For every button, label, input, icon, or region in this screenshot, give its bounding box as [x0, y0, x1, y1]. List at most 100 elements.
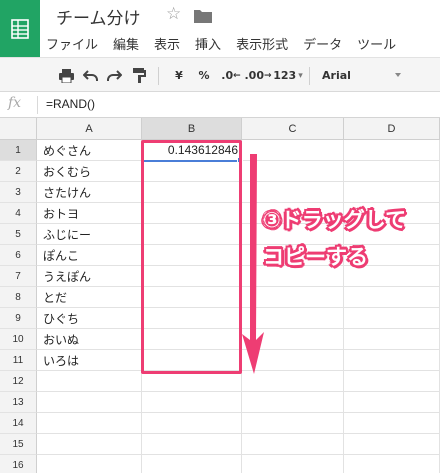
menu-bar: ファイル 編集 表示 挿入 表示形式 データ ツール — [46, 34, 411, 54]
more-formats-button[interactable]: 123 ▾ — [272, 67, 304, 84]
cell-a14[interactable] — [37, 413, 142, 434]
cell-d8[interactable] — [344, 287, 440, 308]
row-header-6[interactable]: 6 — [0, 245, 37, 266]
cell-b10[interactable] — [142, 329, 242, 350]
cell-b9[interactable] — [142, 308, 242, 329]
cell-a7[interactable]: うえぽん — [37, 266, 142, 287]
menu-tools[interactable]: ツール — [357, 34, 396, 54]
cell-c14[interactable] — [242, 413, 344, 434]
cell-a2[interactable]: おくむら — [37, 161, 142, 182]
formula-input[interactable]: =RAND() — [46, 97, 95, 111]
row-header-7[interactable]: 7 — [0, 266, 37, 287]
cell-b8[interactable] — [142, 287, 242, 308]
cell-b14[interactable] — [142, 413, 242, 434]
cell-a6[interactable]: ぽんこ — [37, 245, 142, 266]
cell-c13[interactable] — [242, 392, 344, 413]
fx-icon: fx — [8, 95, 22, 111]
percent-button[interactable]: % — [196, 67, 212, 84]
cell-d13[interactable] — [344, 392, 440, 413]
cell-b13[interactable] — [142, 392, 242, 413]
row-header-2[interactable]: 2 — [0, 161, 37, 182]
row-header-15[interactable]: 15 — [0, 434, 37, 455]
column-header-a[interactable]: A — [37, 118, 142, 140]
cell-a12[interactable] — [37, 371, 142, 392]
row-header-3[interactable]: 3 — [0, 182, 37, 203]
cell-a9[interactable]: ひぐち — [37, 308, 142, 329]
cell-a13[interactable] — [37, 392, 142, 413]
row-header-10[interactable]: 10 — [0, 329, 37, 350]
cell-d1[interactable] — [344, 140, 440, 161]
cell-d9[interactable] — [344, 308, 440, 329]
row-header-4[interactable]: 4 — [0, 203, 37, 224]
cell-d10[interactable] — [344, 329, 440, 350]
menu-file[interactable]: ファイル — [46, 34, 98, 54]
cell-a10[interactable]: おいぬ — [37, 329, 142, 350]
menu-data[interactable]: データ — [303, 34, 342, 54]
cell-d2[interactable] — [344, 161, 440, 182]
print-icon[interactable] — [57, 67, 75, 84]
cell-c15[interactable] — [242, 434, 344, 455]
cell-d3[interactable] — [344, 182, 440, 203]
cell-a16[interactable] — [37, 455, 142, 473]
cell-d15[interactable] — [344, 434, 440, 455]
row-header-12[interactable]: 12 — [0, 371, 37, 392]
row-header-14[interactable]: 14 — [0, 413, 37, 434]
toolbar: ¥ % .0 ← .00 → 123 ▾ Arial — [0, 57, 440, 92]
font-family-value: Arial — [322, 69, 351, 82]
cell-a5[interactable]: ふじにー — [37, 224, 142, 245]
cell-d16[interactable] — [344, 455, 440, 473]
folder-icon[interactable] — [194, 8, 212, 27]
sheets-logo[interactable] — [0, 0, 40, 57]
column-header-b[interactable]: B — [142, 118, 242, 140]
cell-a11[interactable]: いろは — [37, 350, 142, 371]
select-all-corner[interactable] — [0, 118, 37, 140]
cell-a8[interactable]: とだ — [37, 287, 142, 308]
cell-a4[interactable]: おトヨ — [37, 203, 142, 224]
column-header-c[interactable]: C — [242, 118, 344, 140]
cell-b7[interactable] — [142, 266, 242, 287]
undo-icon[interactable] — [81, 67, 99, 84]
redo-icon[interactable] — [105, 67, 123, 84]
column-header-d[interactable]: D — [344, 118, 440, 140]
row-header-13[interactable]: 13 — [0, 392, 37, 413]
row-header-9[interactable]: 9 — [0, 308, 37, 329]
increase-decimal-label: .00 — [244, 69, 264, 82]
document-title[interactable]: チーム分け — [56, 4, 141, 29]
row-header-8[interactable]: 8 — [0, 287, 37, 308]
cell-a1[interactable]: めぐさん — [37, 140, 142, 161]
font-family-select[interactable]: Arial — [313, 66, 413, 85]
cell-b6[interactable] — [142, 245, 242, 266]
row-header-16[interactable]: 16 — [0, 455, 37, 473]
cell-c16[interactable] — [242, 455, 344, 473]
annotation-down-arrow — [242, 154, 264, 374]
paint-format-icon[interactable] — [131, 67, 147, 84]
menu-edit[interactable]: 編集 — [113, 34, 139, 54]
cell-d14[interactable] — [344, 413, 440, 434]
cell-d12[interactable] — [344, 371, 440, 392]
cell-b11[interactable] — [142, 350, 242, 371]
cell-a3[interactable]: さたけん — [37, 182, 142, 203]
cell-b3[interactable] — [142, 182, 242, 203]
menu-view[interactable]: 表示 — [154, 34, 180, 54]
cell-d11[interactable] — [344, 350, 440, 371]
decrease-decimal-button[interactable]: .0 ← — [220, 67, 242, 84]
currency-button[interactable]: ¥ — [172, 67, 186, 84]
row-header-11[interactable]: 11 — [0, 350, 37, 371]
cell-b12[interactable] — [142, 371, 242, 392]
row-header-1[interactable]: 1 — [0, 140, 37, 161]
cell-b5[interactable] — [142, 224, 242, 245]
star-icon[interactable]: ☆ — [166, 4, 181, 24]
cell-b2[interactable] — [142, 161, 242, 182]
chevron-down-icon — [395, 73, 401, 77]
menu-insert[interactable]: 挿入 — [195, 34, 221, 54]
row-header-5[interactable]: 5 — [0, 224, 37, 245]
cell-b4[interactable] — [142, 203, 242, 224]
cell-b15[interactable] — [142, 434, 242, 455]
cell-b1[interactable]: 0.143612846 — [142, 140, 242, 161]
cell-a15[interactable] — [37, 434, 142, 455]
formula-bar-divider — [37, 96, 38, 114]
increase-decimal-button[interactable]: .00 → — [244, 67, 271, 84]
menu-format[interactable]: 表示形式 — [236, 34, 288, 54]
arrow-left-icon: ← — [233, 70, 241, 81]
cell-b16[interactable] — [142, 455, 242, 473]
